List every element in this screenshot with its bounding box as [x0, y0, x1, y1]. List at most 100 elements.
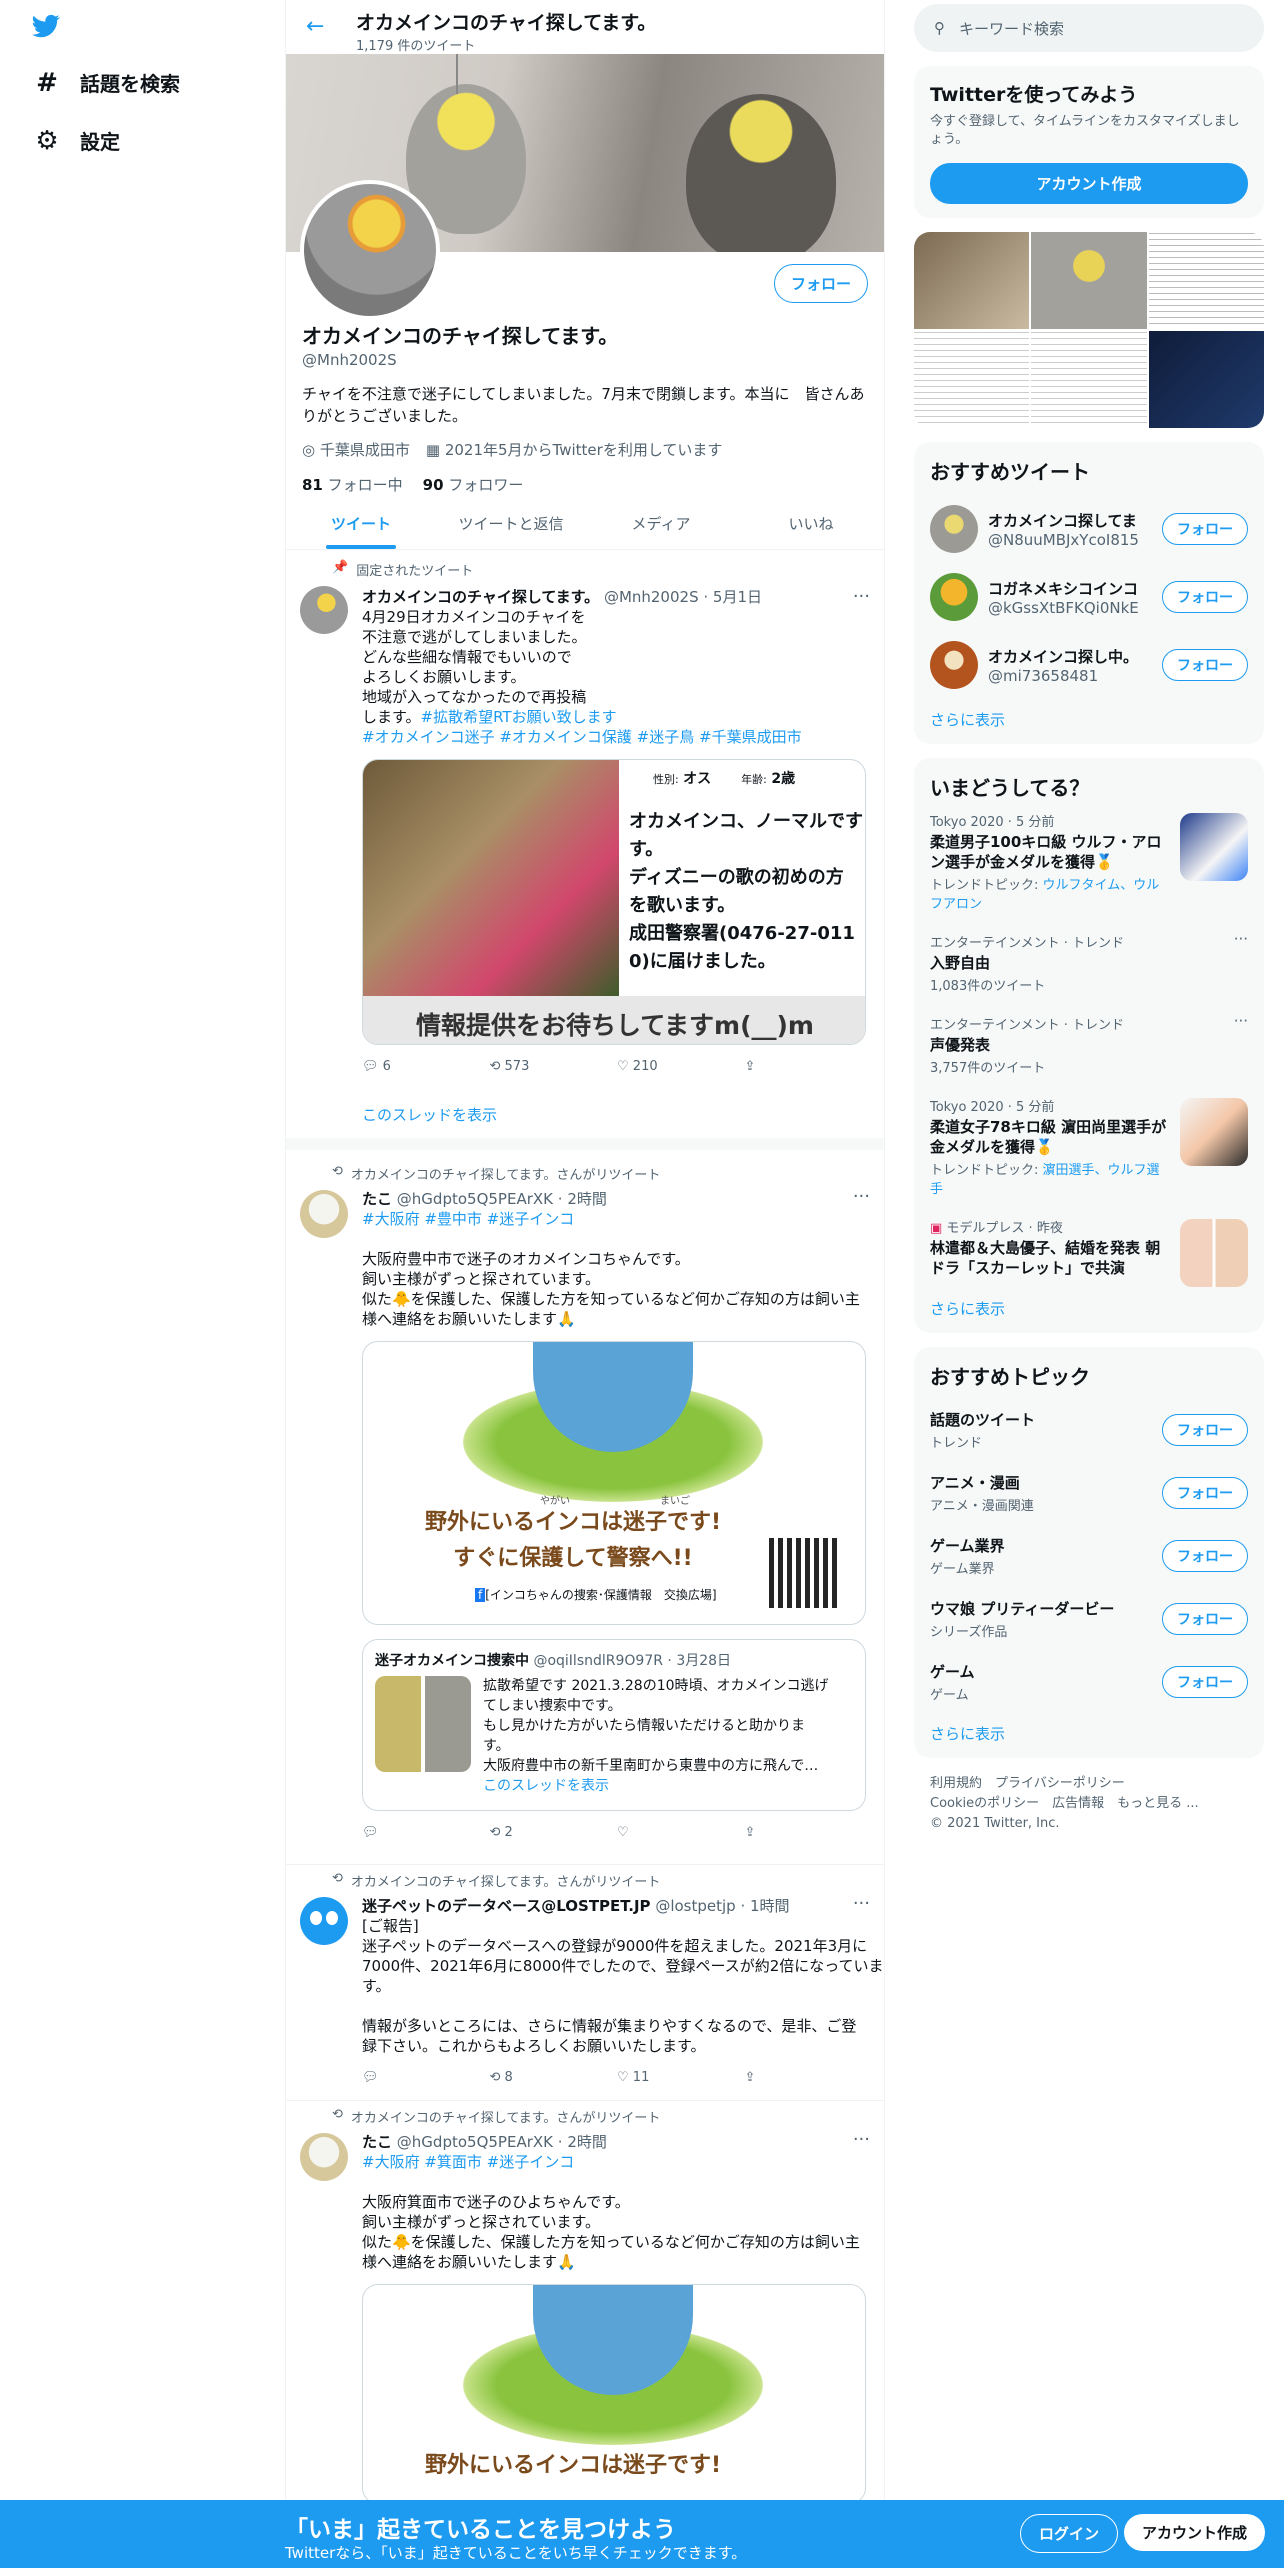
tweet-avatar[interactable]: [300, 2133, 348, 2181]
recommended-user[interactable]: コガネメキシコインコ @kGssXtBFKQi0NkE フォロー: [930, 573, 1248, 621]
profile-meta: ◎ 千葉県成田市 ▦ 2021年5月からTwitterを利用しています: [302, 439, 872, 460]
recommended-user[interactable]: オカメインコ探してま @N8uuMBJxYcoI815 フォロー: [930, 505, 1248, 553]
follow-button[interactable]: フォロー: [1162, 649, 1248, 681]
follow-button[interactable]: フォロー: [1162, 1539, 1248, 1572]
recommended-tweets-panel: おすすめツイート オカメインコ探してま @N8uuMBJxYcoI815 フォロー…: [914, 442, 1264, 744]
poster-image[interactable]: 野外にいるインコは迷子です!: [362, 2284, 866, 2500]
follow-button[interactable]: フォロー: [1162, 1665, 1248, 1698]
login-button[interactable]: ログイン: [1020, 2514, 1119, 2553]
show-more-link[interactable]: さらに表示: [930, 1713, 1248, 1744]
back-arrow-icon[interactable]: ←: [306, 14, 324, 39]
quote-header: 迷子オカメインコ捜索中 @oqiIlsndlR9O97R · 3月28日: [375, 1653, 732, 1669]
location: ◎ 千葉県成田市: [302, 441, 410, 459]
reply-button[interactable]: 💬︎: [362, 2070, 490, 2085]
like-button[interactable]: ♡: [617, 1825, 745, 1840]
tweet-text: 大阪府豊中市で迷子のオカメインコちゃんです。 飼い主様がずっと探されています。 似た…: [362, 1250, 860, 1328]
follow-button[interactable]: フォロー: [1162, 1476, 1248, 1509]
poster-image[interactable]: やがい まいご 野外にいるインコは迷子です! すぐに保護して警察へ!! f [イン…: [362, 1341, 866, 1625]
retweet-context: ⟲ オカメインコのチャイ探してます。さんがリツイート: [332, 1871, 661, 1890]
topic-item[interactable]: ゲーム ゲーム フォロー: [930, 1650, 1248, 1713]
show-thread-link[interactable]: このスレッドを表示: [362, 1104, 872, 1125]
followers-link[interactable]: 90 フォロワー: [423, 474, 524, 495]
tweet-body: たこ @hGdpto5Q5PEArXK · 2時間 #大阪府 #箕面市 #迷子イ…: [362, 2131, 872, 2500]
reply-button[interactable]: 💬︎: [362, 1825, 490, 1840]
footer-line-1[interactable]: 利用規約 プライバシーポリシー: [930, 1774, 1264, 1794]
tweet-image-card[interactable]: 性別: オス 年齢: 2歳 オカメインコ、ノーマルです す。 ディズニーの歌の初めの…: [362, 759, 866, 1045]
bird-photo: [363, 760, 619, 996]
twitter-logo-icon[interactable]: [30, 12, 62, 40]
create-account-button[interactable]: アカウント作成: [930, 163, 1248, 204]
signup-desc: 今すぐ登録して、タイムラインをカスタマイズしましょう。: [930, 114, 1240, 147]
hashtag-links[interactable]: #大阪府 #箕面市 #迷子インコ: [362, 2152, 872, 2172]
tweet-retweet-3[interactable]: ⟲ オカメインコのチャイ探してます。さんがリツイート ··· たこ @hGdpto…: [286, 2100, 884, 2500]
tab-tweets[interactable]: ツイート: [286, 496, 436, 549]
tweet-actions: 💬︎ ⟲ 2 ♡ ⇪: [362, 1825, 872, 1840]
card-footer: 情報提供をお待ちしてますm(__)m: [363, 996, 865, 1044]
follow-button[interactable]: フォロー: [773, 264, 868, 303]
facebook-icon: f: [475, 1588, 486, 1602]
tweet-header: オカメインコのチャイ探してます。 @Mnh2002S · 5月1日: [362, 588, 762, 606]
tweet-avatar[interactable]: [300, 586, 348, 634]
trend-item[interactable]: Tokyo 2020 · 5 分前 柔道男子100キロ級 ウルフ・アロン選手が金…: [930, 801, 1248, 922]
tweet-avatar[interactable]: [300, 1190, 348, 1238]
signup-button[interactable]: アカウント作成: [1124, 2514, 1266, 2551]
trend-item[interactable]: Tokyo 2020 · 5 分前 柔道女子78キロ級 濵田尚里選手が金メダルを…: [930, 1086, 1248, 1207]
retweet-button[interactable]: ⟲ 8: [490, 2070, 618, 2085]
tab-tweets-replies[interactable]: ツイートと返信: [436, 496, 586, 549]
quote-thread-link[interactable]: このスレッドを表示: [483, 1776, 859, 1796]
trends-title: いまどうしてる？: [930, 776, 1090, 800]
share-icon[interactable]: ⇪: [745, 1825, 873, 1840]
hashtag-links[interactable]: #オカメインコ迷子 #オカメインコ保護 #迷子鳥 #千葉県成田市: [362, 727, 872, 747]
search-input[interactable]: ⚲ キーワード検索: [914, 4, 1264, 52]
trend-image: [1180, 1098, 1248, 1166]
retweet-button[interactable]: ⟲ 573: [490, 1059, 618, 1074]
tweet-avatar[interactable]: [300, 1897, 348, 1945]
nav-settings[interactable]: ⚙ 設定: [34, 126, 120, 155]
recommended-tweets-title: おすすめツイート: [930, 460, 1090, 484]
footer-links: 利用規約 プライバシーポリシー Cookieのポリシー 広告情報 もっと見る .…: [914, 1774, 1264, 1834]
show-more-link[interactable]: さらに表示: [930, 689, 1248, 730]
tweet-retweet-2[interactable]: ⟲ オカメインコのチャイ探してます。さんがリツイート ··· 迷子ペットのデータベ…: [286, 1864, 884, 2094]
follow-button[interactable]: フォロー: [1162, 1413, 1248, 1446]
share-icon[interactable]: ⇪: [745, 2070, 873, 2085]
follow-button[interactable]: フォロー: [1162, 1602, 1248, 1635]
topic-item[interactable]: アニメ・漫画 アニメ・漫画関連 フォロー: [930, 1461, 1248, 1524]
reply-button[interactable]: 💬︎ 6: [362, 1059, 490, 1074]
trend-item[interactable]: ▣ モデルプレス · 昨夜 林遣都＆大島優子、結婚を発表 朝ドラ「スカーレット」…: [930, 1207, 1248, 1288]
show-more-link[interactable]: さらに表示: [930, 1288, 1248, 1319]
topic-item[interactable]: ウマ娘 プリティーダービー シリーズ作品 フォロー: [930, 1587, 1248, 1650]
search-placeholder: キーワード検索: [959, 19, 1065, 38]
follow-button[interactable]: フォロー: [1162, 513, 1248, 545]
trend-item[interactable]: エンターテインメント · トレンド 入野自由 1,083件のツイート ···: [930, 922, 1248, 1004]
tweet-actions: 💬︎ ⟲ 8 ♡ 11 ⇪: [362, 2070, 872, 2085]
calendar-icon: ▦: [425, 441, 445, 459]
more-icon[interactable]: ···: [1234, 1012, 1248, 1030]
tweet-body: 迷子ペットのデータベース@LOSTPET.JP @lostpetjp · 1時間…: [362, 1895, 884, 2085]
signup-title: Twitterを使ってみよう: [930, 84, 1138, 106]
hashtag-links[interactable]: #大阪府 #豊中市 #迷子インコ: [362, 1209, 872, 1229]
hashtag-link[interactable]: #拡散希望RTお願い致します: [421, 708, 617, 726]
tweet-pinned[interactable]: 📌 固定されたツイート ··· オカメインコのチャイ探してます。 @Mnh2002…: [286, 556, 884, 1136]
more-icon[interactable]: ···: [1234, 930, 1248, 948]
nav-explore[interactable]: # 話題を検索: [34, 68, 180, 97]
topic-item[interactable]: 話題のツイート トレンド フォロー: [930, 1398, 1248, 1461]
tweet-retweet-1[interactable]: ⟲ オカメインコのチャイ探してます。さんがリツイート ··· たこ @hGdpto…: [286, 1160, 884, 1860]
following-link[interactable]: 81 フォロー中: [302, 474, 403, 495]
media-grid[interactable]: [914, 232, 1264, 428]
like-button[interactable]: ♡ 210: [617, 1059, 745, 1074]
recommended-user[interactable]: オカメインコ探し中。 @mi73658481 フォロー: [930, 641, 1248, 689]
profile-avatar[interactable]: [300, 180, 440, 320]
tab-likes[interactable]: いいね: [736, 496, 884, 549]
footer-line-2[interactable]: Cookieのポリシー 広告情報 もっと見る ...: [930, 1794, 1264, 1814]
share-icon[interactable]: ⇪: [745, 1059, 873, 1074]
topic-item[interactable]: ゲーム業界 ゲーム業界 フォロー: [930, 1524, 1248, 1587]
follow-button[interactable]: フォロー: [1162, 581, 1248, 613]
tweet-actions: 💬︎ 6 ⟲ 573 ♡ 210 ⇪: [362, 1059, 872, 1074]
quoted-tweet[interactable]: 迷子オカメインコ捜索中 @oqiIlsndlR9O97R · 3月28日 拡散希…: [362, 1639, 866, 1811]
search-icon: ⚲: [934, 19, 945, 37]
right-sidebar: ⚲ キーワード検索 Twitterを使ってみよう 今すぐ登録して、タイムラインを…: [914, 0, 1264, 1834]
like-button[interactable]: ♡ 11: [617, 2070, 745, 2085]
trend-item[interactable]: エンターテインメント · トレンド 声優発表 3,757件のツイート ···: [930, 1004, 1248, 1086]
retweet-button[interactable]: ⟲ 2: [490, 1825, 618, 1840]
tab-media[interactable]: メディア: [586, 496, 736, 549]
